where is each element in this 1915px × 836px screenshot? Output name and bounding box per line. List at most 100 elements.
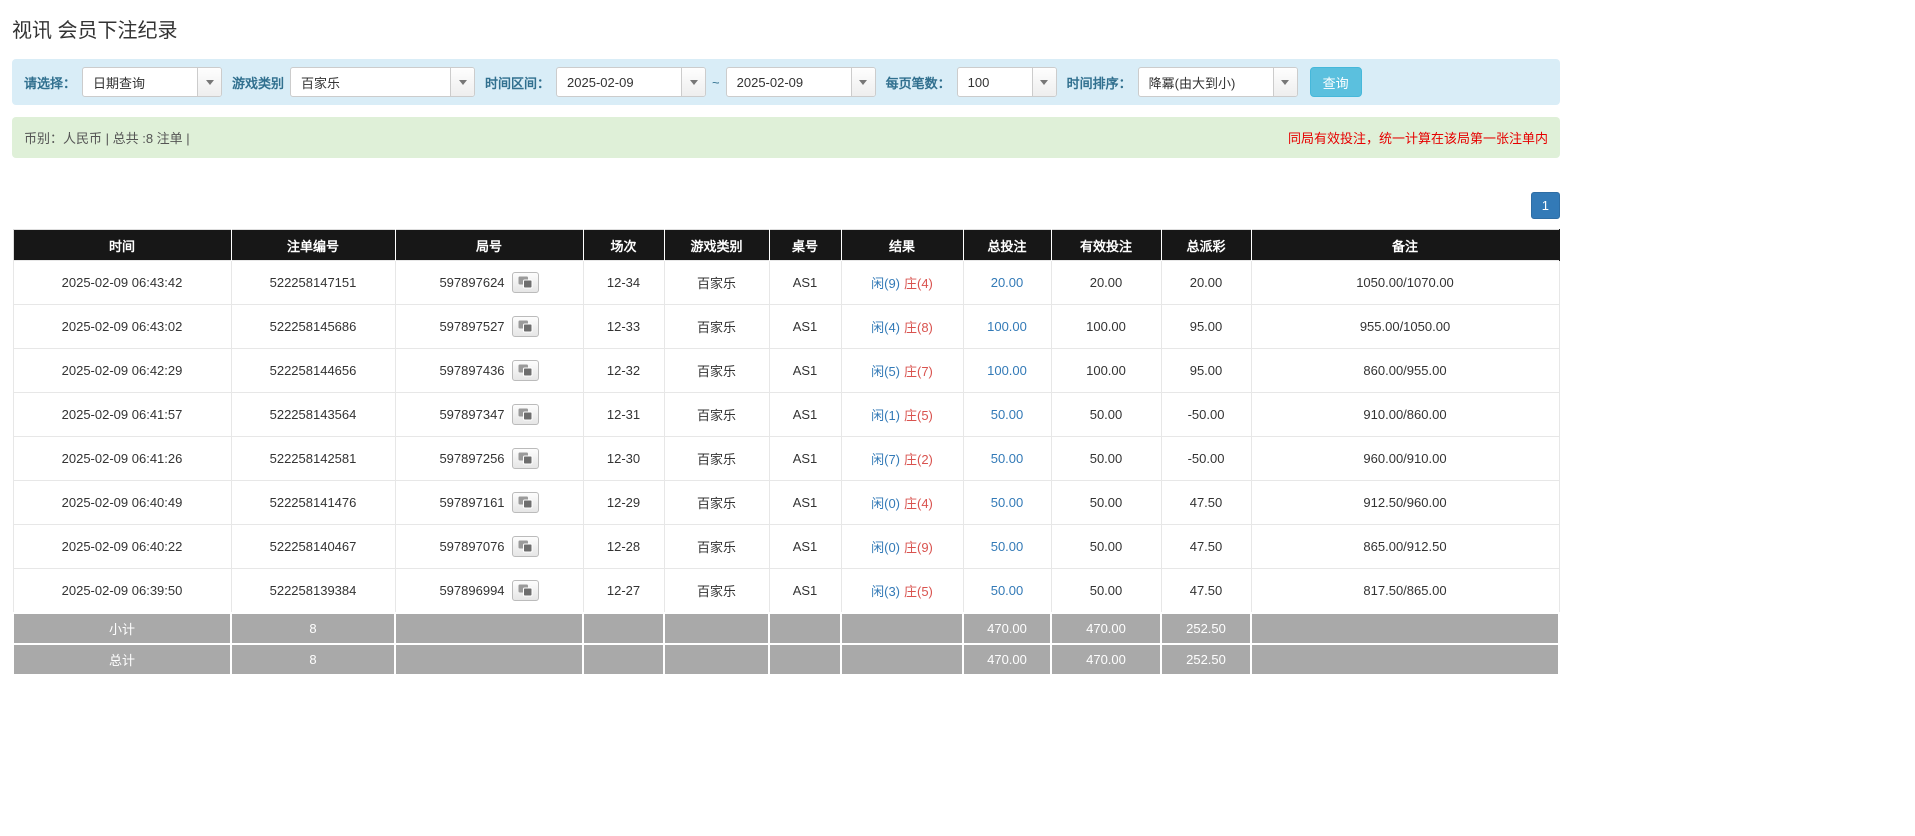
banker-result: 庄(4) [904,496,933,511]
total-bet-link[interactable]: 50.00 [991,495,1024,510]
date-from-value: 2025-02-09 [557,68,681,96]
result-cell: 闲(3)庄(5) [841,569,963,613]
caret-glyph [1040,80,1048,85]
date-from-picker[interactable]: 2025-02-09 [556,67,706,97]
table-number-cell: AS1 [769,437,841,481]
banker-result: 庄(8) [904,320,933,335]
player-result: 闲(0) [871,496,900,511]
view-cards-button[interactable] [512,404,539,425]
cards-icon [518,276,533,289]
info-bar: 币别：人民币 | 总共 :8 注单 | 同局有效投注，统一计算在该局第一张注单内 [12,117,1560,158]
session-cell: 12-33 [583,305,664,349]
total-bet-link[interactable]: 20.00 [991,275,1024,290]
view-cards-button[interactable] [512,272,539,293]
subtotal-empty-cell [583,613,664,644]
chevron-down-icon[interactable] [851,68,875,96]
date-to-picker[interactable]: 2025-02-09 [726,67,876,97]
chevron-down-icon[interactable] [1032,68,1056,96]
total-bet-link[interactable]: 50.00 [991,407,1024,422]
table-number-cell: AS1 [769,393,841,437]
banker-result: 庄(4) [904,276,933,291]
valid-bet-cell: 100.00 [1051,305,1161,349]
total-bet-link[interactable]: 50.00 [991,451,1024,466]
total-row: 总计 8 470.00 470.00 252.50 [13,644,1559,675]
cards-icon [518,408,533,421]
page-title: 视讯 会员下注纪录 [12,14,1560,43]
cards-icon [518,452,533,465]
player-result: 闲(3) [871,584,900,599]
total-bet-link[interactable]: 100.00 [987,319,1027,334]
note-cell: 912.50/960.00 [1251,481,1559,525]
valid-bet-cell: 50.00 [1051,437,1161,481]
table-number-cell: AS1 [769,569,841,613]
valid-bet-cell: 50.00 [1051,525,1161,569]
view-cards-button[interactable] [512,360,539,381]
payout-cell: 47.50 [1161,525,1251,569]
view-cards-button[interactable] [512,492,539,513]
total-valid-bet: 470.00 [1051,644,1161,675]
round-number: 597897527 [439,319,504,334]
page-size-value: 100 [958,68,1032,96]
view-cards-button[interactable] [512,316,539,337]
round-number: 597897076 [439,539,504,554]
sort-order-dropdown[interactable]: 降冪(由大到小) [1138,67,1298,97]
total-empty-cell [1251,644,1559,675]
table-body: 2025-02-09 06:43:42 522258147151 5978976… [13,261,1559,613]
subtotal-empty-cell [841,613,963,644]
search-button[interactable]: 查询 [1310,67,1362,97]
total-bet-cell: 20.00 [963,261,1051,305]
cards-icon [518,320,533,333]
select-type-label: 请选择： [24,73,76,92]
chevron-down-icon[interactable] [1273,68,1297,96]
result-cell: 闲(0)庄(9) [841,525,963,569]
valid-bet-cell: 50.00 [1051,481,1161,525]
total-bet-link[interactable]: 100.00 [987,363,1027,378]
chevron-down-icon[interactable] [197,68,221,96]
player-result: 闲(4) [871,320,900,335]
subtotal-empty-cell [769,613,841,644]
banker-result: 庄(9) [904,540,933,555]
session-cell: 12-30 [583,437,664,481]
col-header-note: 备注 [1251,230,1559,261]
game-type-dropdown[interactable]: 百家乐 [290,67,475,97]
payout-cell: 20.00 [1161,261,1251,305]
select-type-dropdown[interactable]: 日期查询 [82,67,222,97]
subtotal-total-bet: 470.00 [963,613,1051,644]
view-cards-button[interactable] [512,448,539,469]
result-cell: 闲(4) 庄(8) [841,305,963,349]
total-bet-cell: 50.00 [963,393,1051,437]
note-cell: 910.00/860.00 [1251,393,1559,437]
time-cell: 2025-02-09 06:39:50 [13,569,231,613]
valid-bet-cell: 50.00 [1051,569,1161,613]
cards-icon [518,584,533,597]
table-number-cell: AS1 [769,525,841,569]
result-cell: 闲(1)庄(5) [841,393,963,437]
bet-id-cell: 522258143564 [231,393,395,437]
game-type-cell: 百家乐 [664,525,769,569]
total-bet-link[interactable]: 50.00 [991,583,1024,598]
round-number: 597897624 [439,275,504,290]
game-type-cell: 百家乐 [664,305,769,349]
game-type-value: 百家乐 [291,68,450,96]
chevron-down-icon[interactable] [681,68,705,96]
total-empty-cell [583,644,664,675]
time-cell: 2025-02-09 06:40:22 [13,525,231,569]
total-label: 总计 [13,644,231,675]
page-size-dropdown[interactable]: 100 [957,67,1057,97]
sort-order-label: 时间排序： [1067,73,1132,92]
table-number-cell: AS1 [769,305,841,349]
subtotal-label: 小计 [13,613,231,644]
table-row: 2025-02-09 06:40:49 522258141476 5978971… [13,481,1559,525]
page-button-1[interactable]: 1 [1531,192,1560,219]
total-total-bet: 470.00 [963,644,1051,675]
view-cards-button[interactable] [512,536,539,557]
note-cell: 865.00/912.50 [1251,525,1559,569]
player-result: 闲(1) [871,408,900,423]
bet-id-cell: 522258140467 [231,525,395,569]
round-cell: 597897256 [395,437,583,481]
caret-glyph [1281,80,1289,85]
view-cards-button[interactable] [512,580,539,601]
note-cell: 860.00/955.00 [1251,349,1559,393]
chevron-down-icon[interactable] [450,68,474,96]
total-bet-link[interactable]: 50.00 [991,539,1024,554]
